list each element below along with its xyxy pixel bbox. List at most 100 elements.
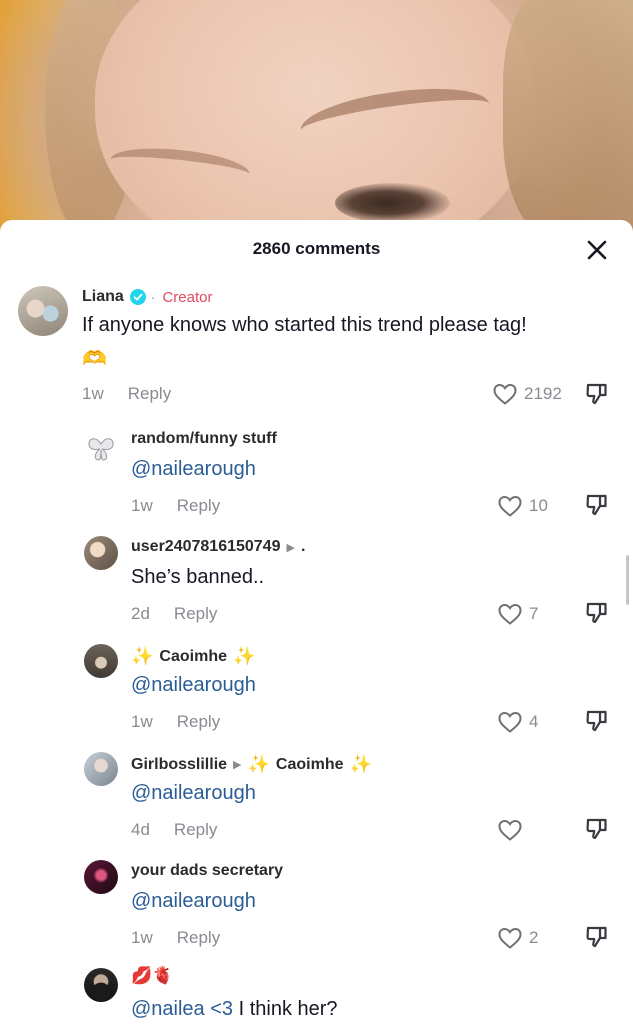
sparkle-icon: ✨: [233, 646, 256, 666]
reply-to-author[interactable]: Caoimhe: [276, 756, 344, 774]
like-count: 2: [529, 928, 539, 947]
avatar[interactable]: [84, 752, 118, 786]
comment-time: 1w: [131, 928, 153, 947]
dislike-button[interactable]: [584, 381, 610, 407]
reply-button[interactable]: Reply: [174, 604, 217, 624]
like-button[interactable]: 2192: [492, 382, 562, 406]
like-button[interactable]: [497, 818, 523, 842]
avatar[interactable]: [18, 286, 68, 336]
heart-outline-icon: [498, 927, 522, 949]
comment-header: random/funny stuff: [131, 430, 277, 448]
comment-item: user2407816150749 ▶ . She’s banned.. 2d …: [0, 528, 633, 628]
comment-mention[interactable]: @nailearough: [131, 782, 256, 805]
thumbs-down-icon: [586, 494, 607, 516]
butterfly-icon: [88, 438, 114, 461]
thumbs-down-icon: [586, 926, 607, 948]
thumbs-down-icon: [586, 602, 607, 624]
comment-time: 1w: [131, 712, 153, 731]
heart-outline-icon: [498, 603, 522, 625]
thumbs-down-icon: [586, 710, 607, 732]
reply-arrow-icon: ▶: [286, 541, 295, 554]
heart-outline-icon: [498, 819, 522, 841]
dislike-button[interactable]: [584, 600, 610, 626]
comment-item: your dads secretary @nailearough 1w Repl…: [0, 852, 633, 952]
comment-text: @nailea <3 I think her?: [131, 998, 338, 1021]
like-count: 2192: [524, 384, 562, 403]
dislike-button[interactable]: [584, 708, 610, 734]
heart-outline-icon: [498, 711, 522, 733]
avatar[interactable]: [84, 432, 118, 466]
reply-button[interactable]: Reply: [177, 496, 220, 516]
comment-item: Liana · Creator If anyone knows who star…: [0, 282, 633, 412]
dislike-button[interactable]: [584, 492, 610, 518]
reply-arrow-icon: ▶: [233, 759, 242, 771]
comment-time: 2d: [131, 604, 150, 623]
like-button[interactable]: 10: [497, 494, 548, 518]
comment-meta: 4d Reply: [131, 820, 217, 840]
comment-author[interactable]: random/funny stuff: [131, 430, 277, 448]
comment-header: user2407816150749 ▶ .: [131, 538, 305, 556]
close-button[interactable]: [585, 238, 609, 262]
comment-text: If anyone knows who started this trend p…: [82, 314, 527, 336]
comment-author[interactable]: user2407816150749: [131, 538, 280, 556]
comment-header: ✨ Caoimhe ✨: [131, 646, 255, 667]
comment-header: Girlbosslillie ▶ ✨ Caoimhe ✨: [131, 754, 372, 775]
like-button[interactable]: 7: [497, 602, 538, 626]
comment-time: 1w: [131, 496, 153, 515]
close-icon: [587, 240, 607, 260]
avatar[interactable]: [84, 968, 118, 1002]
dislike-button[interactable]: [584, 816, 610, 842]
comment-author[interactable]: Liana: [82, 288, 124, 306]
avatar[interactable]: [84, 644, 118, 678]
comment-meta: 1w Reply: [131, 496, 220, 516]
comment-meta: 1w Reply: [82, 384, 171, 404]
comment-mention[interactable]: @nailea <3: [131, 998, 233, 1020]
like-button[interactable]: 2: [497, 926, 538, 950]
video-background[interactable]: [0, 0, 633, 240]
comment-item: ✨ Caoimhe ✨ @nailearough 1w Reply 4: [0, 636, 633, 736]
comment-header: Liana · Creator: [82, 288, 213, 306]
dislike-button[interactable]: [584, 924, 610, 950]
sparkle-icon: ✨: [131, 646, 154, 666]
video-eye: [335, 183, 450, 223]
like-count: 4: [529, 712, 539, 731]
avatar[interactable]: [84, 860, 118, 894]
sparkle-icon: ✨: [349, 754, 372, 774]
comment-item: 💋🫀 @nailea <3 I think her?: [0, 960, 633, 1024]
comments-sheet: 2860 comments Liana · Creator If anyone …: [0, 220, 633, 1024]
thumbs-down-icon: [586, 383, 607, 405]
like-count: 7: [529, 604, 539, 623]
comments-header: 2860 comments: [0, 220, 633, 276]
comment-meta: 1w Reply: [131, 928, 220, 948]
comment-mention[interactable]: @nailearough: [131, 674, 256, 697]
comment-author[interactable]: 💋🫀: [131, 966, 173, 986]
sparkle-icon: ✨: [247, 754, 270, 774]
comment-author[interactable]: your dads secretary: [131, 862, 283, 880]
comment-meta: 1w Reply: [131, 712, 220, 732]
separator-dot: ·: [150, 289, 156, 305]
reply-button[interactable]: Reply: [174, 820, 217, 840]
comment-meta: 2d Reply: [131, 604, 217, 624]
creator-badge: Creator: [162, 288, 213, 306]
comment-author[interactable]: Girlbosslillie: [131, 756, 227, 774]
reply-to-author[interactable]: .: [301, 538, 305, 556]
video-hair-right: [503, 0, 633, 240]
reply-button[interactable]: Reply: [177, 928, 220, 948]
reply-button[interactable]: Reply: [128, 384, 171, 404]
comment-time: 4d: [131, 820, 150, 839]
comment-mention[interactable]: @nailearough: [131, 890, 256, 913]
heart-outline-icon: [498, 495, 522, 517]
like-button[interactable]: 4: [497, 710, 538, 734]
comment-emoji: 🫶: [82, 348, 107, 370]
comment-body: I think her?: [233, 998, 338, 1020]
comment-mention[interactable]: @nailearough: [131, 458, 256, 481]
heart-outline-icon: [493, 383, 517, 405]
comment-text: She’s banned..: [131, 566, 265, 588]
avatar[interactable]: [84, 536, 118, 570]
reply-button[interactable]: Reply: [177, 712, 220, 732]
comment-time: 1w: [82, 384, 104, 403]
comment-author[interactable]: Caoimhe: [159, 648, 227, 666]
verified-badge-icon: [129, 289, 146, 305]
comment-item: random/funny stuff @nailearough 1w Reply…: [0, 420, 633, 520]
comment-header: 💋🫀: [131, 966, 173, 986]
